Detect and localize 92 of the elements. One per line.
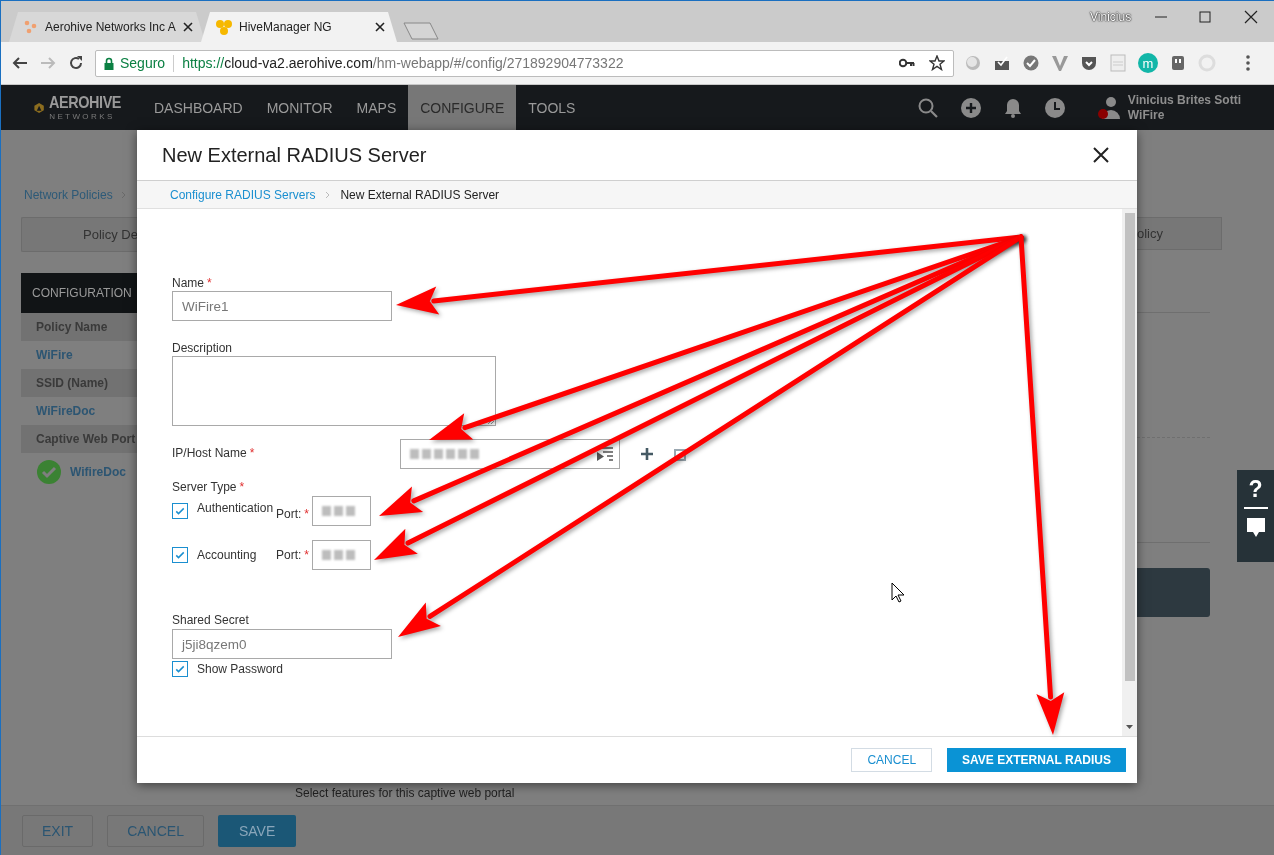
browser-tab[interactable]: Aerohive Networks Inc A <box>9 12 205 42</box>
security-label: Seguro <box>120 55 166 71</box>
reload-icon[interactable] <box>67 54 85 72</box>
nav-tab[interactable]: MAPS <box>344 85 409 130</box>
mail-icon[interactable] <box>993 54 1011 72</box>
check-circle-icon <box>37 460 61 484</box>
lock-icon <box>104 56 114 70</box>
list-icon[interactable] <box>595 446 615 462</box>
close-icon[interactable] <box>1244 10 1258 24</box>
row-text[interactable]: WiFireDoc <box>21 397 137 425</box>
hexagons-icon <box>215 19 233 35</box>
check-icon <box>174 505 186 517</box>
scroll-down-icon[interactable] <box>1126 725 1133 729</box>
star-icon[interactable] <box>929 55 945 71</box>
add-icon[interactable] <box>640 447 654 461</box>
field-label: Name * <box>172 276 212 290</box>
close-icon[interactable] <box>375 22 385 32</box>
save-button[interactable]: SAVE EXTERNAL RADIUS <box>947 748 1126 772</box>
pocket-icon[interactable] <box>1080 54 1098 72</box>
row-header: Policy Name <box>21 313 137 341</box>
breadcrumb-link[interactable]: Configure RADIUS Servers <box>170 187 316 202</box>
host-field[interactable] <box>400 439 620 469</box>
organization-name: WiFire <box>1127 107 1166 123</box>
field-label: Port: * <box>276 548 309 562</box>
redacted-value <box>322 550 355 560</box>
help-icon[interactable]: ? <box>1248 476 1263 502</box>
scrollbar[interactable] <box>1122 209 1137 736</box>
field-label: Port: * <box>276 507 309 521</box>
chevron-icon <box>325 190 331 199</box>
row-header: SSID (Name) <box>21 369 137 397</box>
key-icon[interactable] <box>899 58 915 68</box>
text-field[interactable]: WiFire1 <box>172 291 392 321</box>
row-text[interactable]: WifireDoc <box>70 465 126 479</box>
cancel-button[interactable]: CANCEL <box>851 748 933 772</box>
row-text[interactable]: WiFire <box>21 341 137 369</box>
breadcrumb-current: New External RADIUS Server <box>340 187 500 202</box>
footer-button[interactable]: EXIT <box>22 814 94 847</box>
footer-button[interactable]: SAVE <box>217 814 297 847</box>
add-icon[interactable] <box>960 97 981 118</box>
checkbox[interactable] <box>172 503 188 519</box>
logo-text: AEROHIVE <box>49 94 122 111</box>
port-field[interactable] <box>312 496 371 526</box>
checkbox[interactable] <box>172 547 188 563</box>
redacted-value <box>410 449 479 459</box>
caption-text: Select features for this captive web portal <box>295 786 515 800</box>
page-tab[interactable]: olicy <box>1137 217 1222 250</box>
breadcrumb-link[interactable]: Network Policies <box>24 188 113 202</box>
close-icon[interactable] <box>1093 147 1109 163</box>
panel-header: CONFIGURATION <box>21 273 137 313</box>
dots-icon <box>23 19 39 35</box>
address-bar[interactable]: Seguro https://cloud-va2.aerohive.com/hm-webapp/#/config/271892904773322 <box>95 49 954 77</box>
nav-tab[interactable]: DASHBOARD <box>142 85 255 130</box>
search-icon[interactable] <box>917 97 938 118</box>
option-label: Accounting <box>197 548 258 562</box>
checkbox[interactable] <box>172 661 188 677</box>
nav-tab[interactable]: TOOLS <box>516 85 588 130</box>
chat-icon[interactable] <box>1245 517 1266 539</box>
extension-badge[interactable]: m <box>1138 53 1158 73</box>
plug-icon[interactable] <box>1169 54 1187 72</box>
user-name[interactable]: Vinicius Brites Sotti <box>1127 92 1241 108</box>
nav-tab[interactable]: MONITOR <box>254 85 345 130</box>
cursor-icon <box>891 582 905 603</box>
profile-name[interactable]: Vinicius <box>1090 10 1132 24</box>
option-label: Show Password <box>197 662 284 676</box>
url-text: https://cloud-va2.aerohive.com/hm-webapp/#/config/271892904773322 <box>182 55 625 71</box>
help-widget[interactable]: ? <box>1237 470 1274 562</box>
menu-icon[interactable] <box>1246 55 1250 71</box>
check-circle-icon[interactable] <box>1022 54 1040 72</box>
user-icon[interactable] <box>1097 95 1122 120</box>
v-icon[interactable] <box>1051 54 1069 72</box>
field-label: Shared Secret <box>172 613 249 627</box>
square-icon[interactable] <box>674 449 686 461</box>
close-icon[interactable] <box>183 22 193 32</box>
field-label: Description <box>172 341 233 355</box>
port-field[interactable] <box>312 540 371 570</box>
maximize-icon[interactable] <box>1198 10 1212 24</box>
logo-subtext: NETWORKS <box>49 113 116 121</box>
check-icon <box>174 549 186 561</box>
dialog-title: New External RADIUS Server <box>162 143 428 167</box>
row-header: Captive Web Port <box>21 425 137 453</box>
password-field[interactable]: j5ji8qzem0 <box>172 629 392 659</box>
option-label: Authentication <box>197 501 275 515</box>
resize-icon[interactable] <box>488 418 494 424</box>
redacted-value <box>322 506 355 516</box>
bell-icon[interactable] <box>1003 97 1022 118</box>
field-label: IP/Host Name * <box>172 446 255 460</box>
check-icon <box>174 663 186 675</box>
field-label: Server Type * <box>172 480 245 494</box>
clock-icon[interactable] <box>1044 97 1065 118</box>
page-tab[interactable]: Policy De <box>21 217 137 252</box>
browser-tab[interactable]: HiveManager NG <box>201 12 397 42</box>
nav-tab[interactable]: CONFIGURE <box>408 85 517 130</box>
